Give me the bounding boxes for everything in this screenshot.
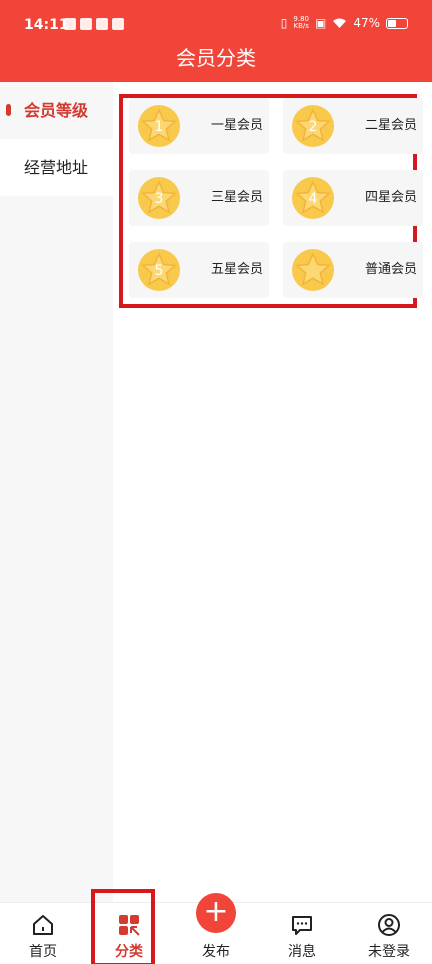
app-notification-icon xyxy=(80,18,92,30)
star-number: 1 xyxy=(155,119,164,135)
sidebar-item-label: 经营地址 xyxy=(24,158,89,177)
star-number: 4 xyxy=(309,191,318,207)
tab-profile[interactable]: 未登录 xyxy=(346,903,432,964)
level-label: 三星会员 xyxy=(210,190,263,205)
star-number: 2 xyxy=(309,119,318,135)
level-card-4[interactable]: 4 四星会员 xyxy=(283,170,423,226)
tab-category[interactable]: 分类 xyxy=(86,903,172,964)
tiktok-icon xyxy=(96,18,108,30)
level-label: 普通会员 xyxy=(364,262,417,277)
wifi-icon xyxy=(333,18,347,28)
page-title: 会员分类 xyxy=(176,46,256,70)
star-number: 5 xyxy=(155,263,164,279)
sidebar-item-business-address[interactable]: 经营地址 xyxy=(0,139,113,196)
member-level-grid: 1 一星会员 2 二星会员 3 三星会员 4 四星会员 5 五星会员 普通会员 xyxy=(119,94,423,308)
battery-fill xyxy=(388,19,396,27)
app-notification-icon xyxy=(112,18,124,30)
vibrate-icon: ▯ xyxy=(280,16,288,30)
star-badge-icon xyxy=(292,249,334,291)
level-label: 一星会员 xyxy=(210,118,263,133)
publish-plus-button[interactable]: + xyxy=(196,893,236,933)
plus-icon: + xyxy=(203,894,229,929)
star-badge-icon: 5 xyxy=(138,249,180,291)
level-card-3[interactable]: 3 三星会员 xyxy=(129,170,269,226)
tab-label: 发布 xyxy=(202,944,230,960)
star-badge-icon: 3 xyxy=(138,177,180,219)
tab-label: 分类 xyxy=(115,944,143,960)
notification-icons xyxy=(64,18,124,30)
status-right: ▯ 9.80 KB/s ▣ 47% xyxy=(281,16,408,30)
level-card-5[interactable]: 5 五星会员 xyxy=(129,242,269,298)
level-card-1[interactable]: 1 一星会员 xyxy=(129,98,269,154)
sidebar: 会员等级 经营地址 xyxy=(0,82,113,902)
app-header: 14:11 ▯ 9.80 KB/s ▣ 47% 会员分类 xyxy=(0,0,432,82)
tab-label: 消息 xyxy=(288,944,316,960)
level-label: 二星会员 xyxy=(364,118,417,133)
tab-messages[interactable]: 消息 xyxy=(259,903,345,964)
battery-percent: 47% xyxy=(353,16,380,30)
tab-label: 未登录 xyxy=(368,944,410,960)
level-card-regular[interactable]: 普通会员 xyxy=(283,242,423,298)
tab-label: 首页 xyxy=(29,944,57,960)
sidebar-item-member-level[interactable]: 会员等级 xyxy=(0,82,113,139)
star-badge-icon: 1 xyxy=(138,105,180,147)
user-icon xyxy=(378,914,400,936)
star-badge-icon: 4 xyxy=(292,177,334,219)
bottom-tab-bar: 首页 分类 发布 消息 未登录 + xyxy=(0,889,432,964)
sim-icon: ▣ xyxy=(314,16,327,30)
sidebar-item-label: 会员等级 xyxy=(24,101,89,120)
level-card-2[interactable]: 2 二星会员 xyxy=(283,98,423,154)
network-speed: 9.80 KB/s xyxy=(293,15,309,30)
tab-home[interactable]: 首页 xyxy=(0,903,86,964)
star-number: 3 xyxy=(155,191,164,207)
level-label: 四星会员 xyxy=(364,190,417,205)
content-area: 1 一星会员 2 二星会员 3 三星会员 4 四星会员 5 五星会员 普通会员 xyxy=(113,82,432,902)
battery-icon xyxy=(386,17,408,29)
status-bar: 14:11 ▯ 9.80 KB/s ▣ 47% xyxy=(0,0,432,44)
category-icon xyxy=(119,915,140,936)
status-time: 14:11 xyxy=(24,17,69,33)
app-notification-icon xyxy=(64,18,76,30)
level-label: 五星会员 xyxy=(210,262,263,277)
home-icon xyxy=(33,915,53,935)
star-badge-icon: 2 xyxy=(292,105,334,147)
message-icon xyxy=(292,916,312,935)
